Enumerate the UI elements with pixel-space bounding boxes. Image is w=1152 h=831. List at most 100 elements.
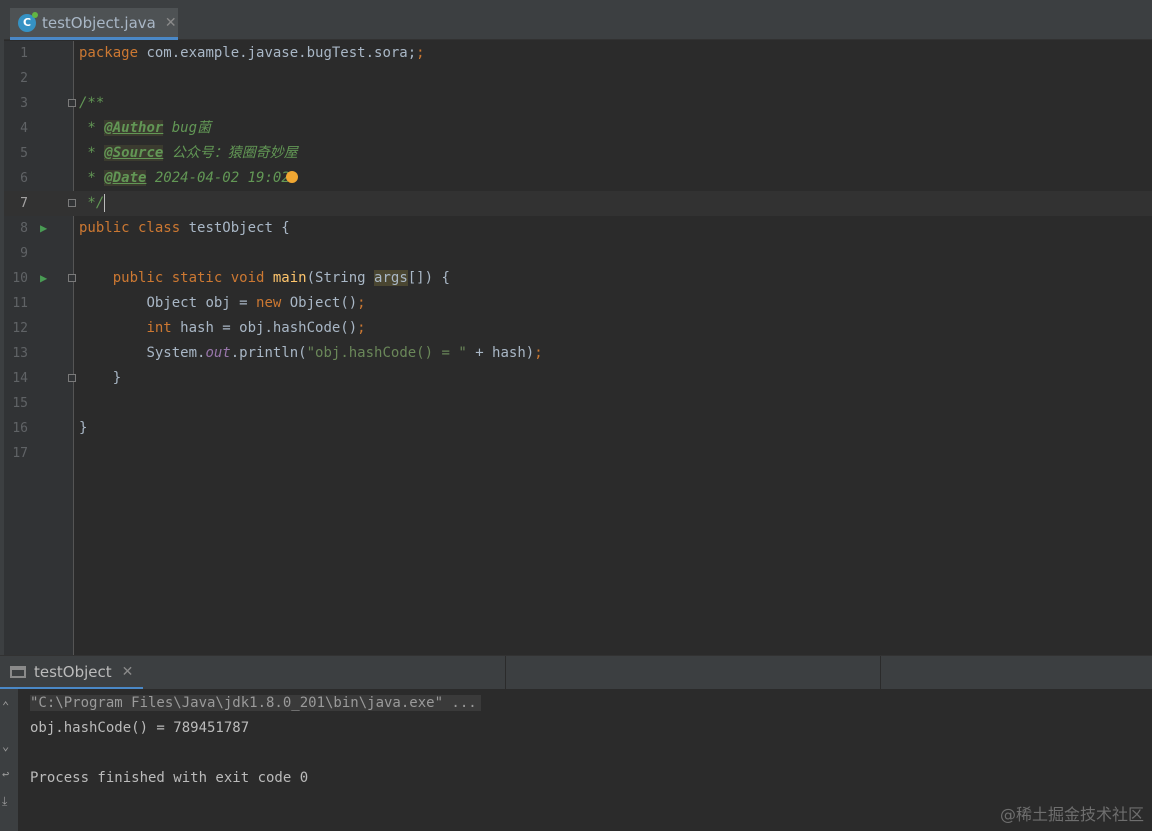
code-line: 1 package com.example.javase.bugTest.sor… <box>4 41 1152 66</box>
run-tab-testobject[interactable]: testObject ✕ <box>0 656 143 690</box>
code-token: * <box>79 145 105 161</box>
line-number: 6 <box>20 171 28 186</box>
code-line: 13 System.out.println("obj.hashCode() = … <box>4 341 1152 366</box>
code-line: 14 } <box>4 366 1152 391</box>
fold-icon[interactable] <box>68 99 76 107</box>
code-token: "obj.hashCode() = " <box>306 345 467 361</box>
close-tab-icon[interactable]: ✕ <box>122 664 134 680</box>
code-token: new <box>256 295 282 311</box>
watermark: @稀土掘金技术社区 <box>999 805 1144 824</box>
javadoc-tag: @Date <box>104 170 147 186</box>
code-line: 4 * @Author bug菌 <box>4 116 1152 141</box>
line-number: 9 <box>20 246 28 261</box>
line-number: 5 <box>20 146 28 161</box>
code-token: 2024-04-02 19:02 <box>146 170 290 186</box>
code-token: 公众号：猿圈奇妙屋 <box>163 145 298 161</box>
code-token: testObject { <box>180 220 290 236</box>
code-token: hash = obj.hashCode() <box>171 320 358 336</box>
code-token: } <box>112 370 122 386</box>
fold-icon[interactable] <box>68 374 76 382</box>
close-tab-icon[interactable]: ✕ <box>165 15 177 31</box>
line-number: 8 <box>20 221 28 236</box>
scroll-up-icon[interactable]: ⌃ <box>2 699 9 713</box>
line-number: 14 <box>12 371 28 386</box>
scroll-to-end-icon[interactable]: ⤓ <box>2 794 7 809</box>
code-token: ; <box>357 320 366 336</box>
code-token: int <box>146 320 172 336</box>
code-token: []) { <box>407 270 450 286</box>
code-line: 9 <box>4 241 1152 266</box>
code-token: public class <box>79 220 181 236</box>
scroll-down-icon[interactable]: ⌄ <box>2 739 9 753</box>
line-number: 10 <box>12 271 28 286</box>
console-command-line: "C:\Program Files\Java\jdk1.8.0_201\bin\… <box>30 691 481 716</box>
code-line: 16 } <box>4 416 1152 441</box>
javadoc-tag: @Source <box>104 145 164 161</box>
line-number: 2 <box>20 71 28 86</box>
code-token: .println( <box>230 345 307 361</box>
run-gutter-icon[interactable]: ▶ <box>40 216 47 241</box>
line-number: 17 <box>12 446 28 461</box>
code-token: * <box>79 120 105 136</box>
editor-tab-testobject[interactable]: C testObject.java ✕ <box>10 8 178 40</box>
divider <box>505 656 506 690</box>
fold-icon[interactable] <box>68 274 76 282</box>
line-number: 7 <box>20 196 28 211</box>
editor-tab-bar: C testObject.java ✕ <box>4 0 1152 40</box>
code-token: */ <box>79 195 105 211</box>
code-line: 12 int hash = obj.hashCode(); <box>4 316 1152 341</box>
fold-icon[interactable] <box>68 199 76 207</box>
code-token: out <box>205 345 231 361</box>
divider <box>880 656 881 690</box>
code-line: 15 <box>4 391 1152 416</box>
line-number: 4 <box>20 121 28 136</box>
code-token: + hash) <box>466 345 535 361</box>
code-token: /** <box>79 95 105 111</box>
code-line: 6 * @Date 2024-04-02 19:02 <box>4 166 1152 191</box>
code-token: (String <box>306 270 375 286</box>
code-token: com.example.javase.bugTest.sora; <box>138 45 417 61</box>
code-line: 11 Object obj = new Object(); <box>4 291 1152 316</box>
line-number: 15 <box>12 396 28 411</box>
code-line: 17 <box>4 441 1152 466</box>
line-number: 11 <box>12 296 28 311</box>
line-number: 13 <box>12 346 28 361</box>
code-token: bug菌 <box>163 120 212 136</box>
code-token: ; <box>357 295 366 311</box>
code-line: 8 ▶ public class testObject { <box>4 216 1152 241</box>
javadoc-tag: @Author <box>104 120 164 136</box>
code-line: 5 * @Source 公众号：猿圈奇妙屋 <box>4 141 1152 166</box>
line-number: 3 <box>20 96 28 111</box>
console-icon <box>10 665 26 678</box>
console-command: "C:\Program Files\Java\jdk1.8.0_201\bin\… <box>30 695 481 711</box>
console-output-line: obj.hashCode() = 789451787 <box>30 720 250 736</box>
java-class-icon: C <box>18 11 38 32</box>
code-token: * <box>79 170 105 186</box>
run-tool-window-header: testObject ✕ <box>0 655 1152 690</box>
line-number: 1 <box>20 46 28 61</box>
code-line: 2 <box>4 66 1152 91</box>
code-token: args <box>374 270 408 286</box>
console-toolbar: ⌃ ⌄ ↩ ⤓ <box>0 689 18 831</box>
code-token: package <box>79 45 139 61</box>
line-number: 16 <box>12 421 28 436</box>
run-gutter-icon[interactable]: ▶ <box>40 266 47 291</box>
console-output[interactable]: ⌃ ⌄ ↩ ⤓ "C:\Program Files\Java\jdk1.8.0_… <box>0 689 1152 831</box>
tab-filename: testObject.java <box>42 13 156 32</box>
code-token: main <box>272 270 307 286</box>
code-token: public static void <box>112 270 265 286</box>
code-line-current: 7 */ <box>4 191 1152 216</box>
code-token: ; <box>534 345 543 361</box>
code-token: System. <box>146 345 206 361</box>
run-tab-label: testObject <box>34 662 112 681</box>
code-token: Object() <box>281 295 358 311</box>
lightbulb-icon[interactable] <box>285 171 298 183</box>
soft-wrap-icon[interactable]: ↩ <box>2 767 9 781</box>
code-token: } <box>79 420 88 436</box>
code-line: 10 ▶ public static void main(String args… <box>4 266 1152 291</box>
code-line: 3 /** <box>4 91 1152 116</box>
code-token: Object obj = <box>146 295 257 311</box>
code-editor[interactable]: 1 package com.example.javase.bugTest.sor… <box>4 41 1152 655</box>
text-caret <box>104 194 106 212</box>
console-exit-line: Process finished with exit code 0 <box>30 770 309 786</box>
